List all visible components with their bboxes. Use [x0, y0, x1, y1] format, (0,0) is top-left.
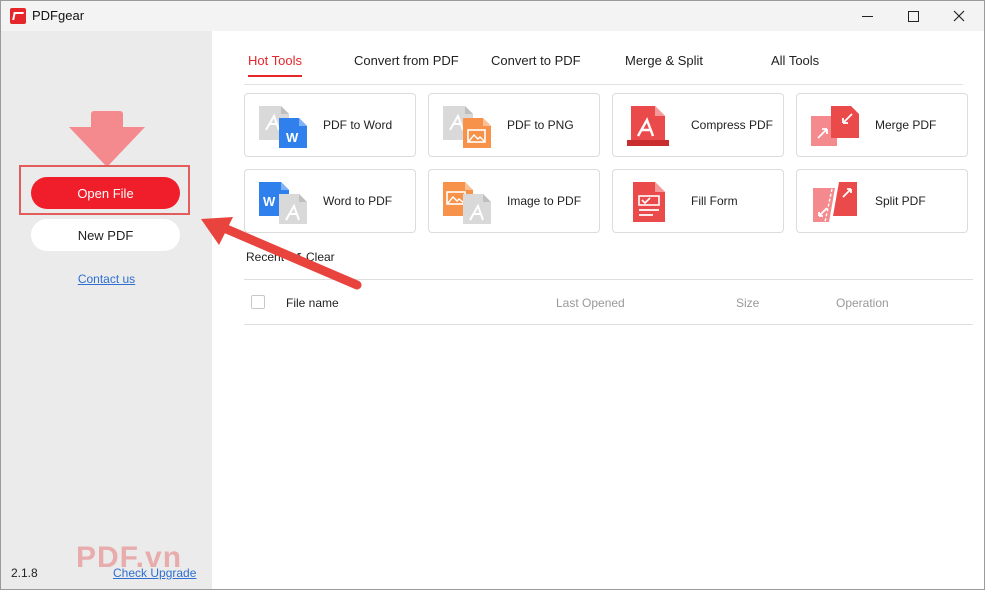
tool-image-to-pdf[interactable]: Image to PDF: [428, 169, 600, 233]
minimize-icon: [861, 15, 873, 17]
column-file-name[interactable]: File name: [286, 296, 339, 310]
contact-us-link[interactable]: Contact us: [1, 272, 212, 286]
sidebar: Open File New PDF Contact us PDF.vn 2.1.…: [1, 31, 212, 589]
tool-split-pdf[interactable]: Split PDF: [796, 169, 968, 233]
tab-convert-from-pdf[interactable]: Convert from PDF: [354, 53, 459, 84]
maximize-icon: [907, 10, 919, 22]
merge-pdf-icon: [811, 106, 859, 146]
tool-label: Fill Form: [691, 194, 738, 208]
window-title: PDFgear: [32, 8, 85, 23]
title-bar[interactable]: PDFgear: [1, 1, 984, 31]
tab-all-tools[interactable]: All Tools: [771, 53, 819, 84]
pdf-to-png-icon: [443, 106, 491, 148]
minimize-button[interactable]: [844, 1, 890, 31]
new-pdf-button[interactable]: New PDF: [31, 219, 180, 251]
close-icon: [953, 10, 965, 22]
app-window: PDFgear Open File New PDF Contact us PDF…: [0, 0, 985, 590]
tool-tabs: Hot Tools Convert from PDF Convert to PD…: [244, 53, 963, 85]
tab-hot-tools[interactable]: Hot Tools: [248, 53, 302, 84]
tool-merge-pdf[interactable]: Merge PDF: [796, 93, 968, 157]
pdfgear-logo-icon: [10, 8, 26, 24]
column-operation: Operation: [836, 296, 889, 310]
tool-pdf-to-png[interactable]: PDF to PNG: [428, 93, 600, 157]
column-size[interactable]: Size: [736, 296, 759, 310]
tool-label: PDF to PNG: [507, 118, 574, 132]
fill-form-icon: [633, 182, 665, 222]
pdf-to-word-icon: W: [259, 106, 307, 148]
svg-text:W: W: [263, 194, 276, 209]
pointer-arrow-annotation-icon: [201, 217, 362, 290]
tool-label: Merge PDF: [875, 118, 937, 132]
tool-label: PDF to Word: [323, 118, 393, 132]
image-to-pdf-icon: [443, 182, 491, 224]
compress-pdf-icon: [627, 106, 669, 146]
select-all-checkbox[interactable]: [251, 295, 265, 309]
tab-convert-to-pdf[interactable]: Convert to PDF: [491, 53, 581, 84]
table-header-divider: [244, 324, 973, 325]
version-label: 2.1.8: [11, 566, 38, 580]
tool-label: Compress PDF: [691, 118, 774, 132]
svg-text:W: W: [286, 130, 299, 145]
split-pdf-icon: [813, 182, 857, 223]
tool-pdf-to-word[interactable]: W PDF to Word: [244, 93, 416, 157]
tool-label: Split PDF: [875, 194, 926, 208]
down-arrow-annotation-icon: [69, 111, 145, 167]
tool-compress-pdf[interactable]: Compress PDF: [612, 93, 784, 157]
tool-fill-form[interactable]: Fill Form: [612, 169, 784, 233]
tool-label: Word to PDF: [323, 194, 393, 208]
check-upgrade-link[interactable]: Check Upgrade: [113, 566, 196, 580]
tool-label: Image to PDF: [507, 194, 582, 208]
column-last-opened[interactable]: Last Opened: [556, 296, 625, 310]
open-file-button[interactable]: Open File: [31, 177, 180, 209]
maximize-button[interactable]: [890, 1, 936, 31]
tab-merge-split[interactable]: Merge & Split: [625, 53, 703, 84]
close-button[interactable]: [936, 1, 982, 31]
